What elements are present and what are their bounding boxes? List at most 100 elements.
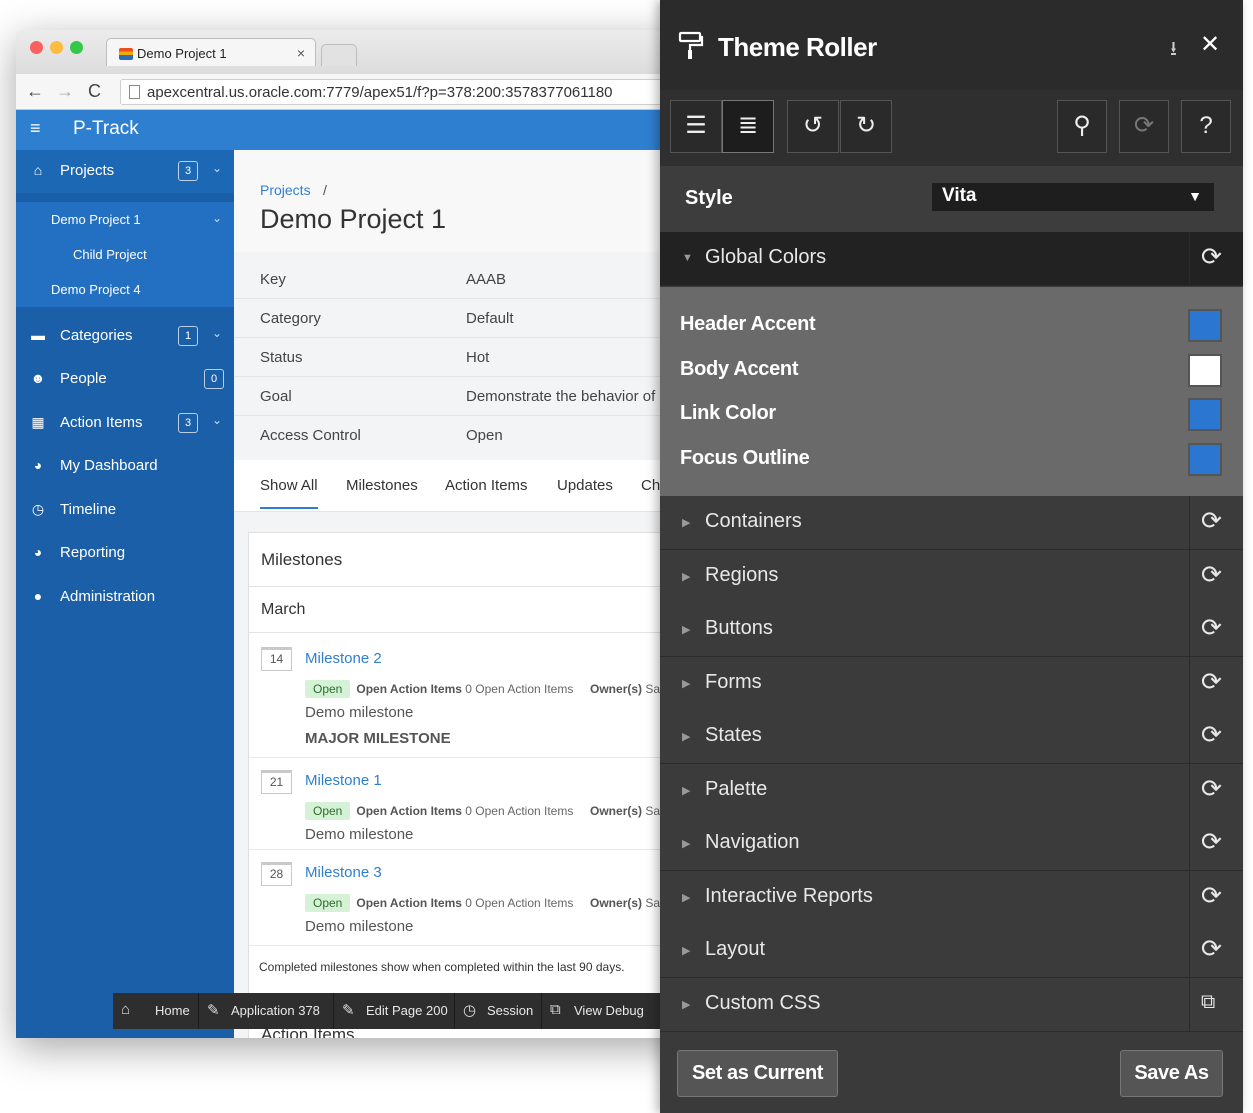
help-button[interactable]: ? (1181, 100, 1231, 153)
milestone-link[interactable]: Milestone 2 (305, 650, 382, 667)
browser-tab[interactable]: Demo Project 1 × (106, 38, 316, 66)
chevron-down-icon[interactable]: ⌄ (212, 161, 222, 175)
reset-all-button[interactable]: ⟳ (1119, 100, 1169, 153)
sidebar-item-action-items[interactable]: ▦ Action Items 3 ⌄ (16, 402, 234, 445)
color-swatch[interactable] (1188, 398, 1222, 431)
save-as-button[interactable]: Save As (1120, 1050, 1223, 1097)
sidebar-subitem-label: Child Project (73, 247, 147, 262)
meta-label: Open Action Items (356, 804, 462, 818)
refresh-icon[interactable]: ⟳ (1201, 827, 1222, 857)
meta-value: 0 Open Action Items (465, 682, 574, 696)
search-button[interactable]: ⚲ (1057, 100, 1107, 153)
refresh-icon[interactable]: ⟳ (1201, 560, 1222, 590)
chevron-down-icon[interactable]: ⌄ (212, 413, 222, 427)
status-badge: Open (305, 802, 351, 820)
color-swatch[interactable] (1188, 309, 1222, 342)
tab-ch[interactable]: Ch (641, 477, 660, 494)
undo-button[interactable]: ↺ (787, 100, 839, 153)
external-window-icon[interactable]: ⧉ (1201, 991, 1215, 1014)
milestone-link[interactable]: Milestone 3 (305, 864, 382, 881)
group-navigation[interactable]: ▶ Navigation ⟳ (660, 817, 1243, 871)
tab-updates[interactable]: Updates (557, 477, 613, 494)
group-buttons[interactable]: ▶ Buttons ⟳ (660, 603, 1243, 657)
color-row-link-color: Link Color (660, 391, 1243, 435)
menu-icon[interactable]: ≡ (30, 118, 41, 139)
refresh-icon[interactable]: ⟳ (1201, 774, 1222, 804)
tab-action-items[interactable]: Action Items (445, 477, 528, 494)
set-as-current-button[interactable]: Set as Current (677, 1050, 838, 1097)
group-custom-css[interactable]: ▶ Custom CSS ⧉ (660, 978, 1243, 1032)
refresh-icon[interactable]: ⟳ (1201, 506, 1222, 536)
app-name[interactable]: P-Track (73, 118, 139, 140)
back-arrow-icon[interactable]: ← (26, 81, 44, 102)
sidebar-item-people[interactable]: ☻ People 0 (16, 358, 234, 401)
dropdown-arrow-icon: ▼ (1188, 188, 1202, 204)
dev-application-button[interactable]: ✎ Application 378 (199, 993, 334, 1029)
theme-roller-titlebar[interactable]: Theme Roller ⭳ ✕ (660, 0, 1243, 90)
group-regions[interactable]: ▶ Regions ⟳ (660, 550, 1243, 604)
new-tab-button[interactable] (321, 44, 357, 66)
refresh-icon[interactable]: ⟳ (1201, 720, 1222, 750)
group-palette[interactable]: ▶ Palette ⟳ (660, 764, 1243, 818)
meta-value: 0 Open Action Items (465, 804, 574, 818)
close-window-button[interactable] (30, 41, 43, 54)
reload-icon[interactable]: C (88, 81, 101, 102)
close-icon[interactable]: ✕ (1200, 30, 1220, 59)
minimize-icon[interactable]: ⭳ (1170, 34, 1177, 68)
clock-icon: ◷ (31, 501, 45, 517)
group-containers[interactable]: ▶ Containers ⟳ (660, 496, 1243, 550)
refresh-icon[interactable]: ⟳ (1201, 242, 1222, 272)
tab-milestones[interactable]: Milestones (346, 477, 418, 494)
detail-value: Demonstrate the behavior of (466, 388, 656, 405)
redo-button[interactable]: ↻ (840, 100, 892, 153)
group-states[interactable]: ▶ States ⟳ (660, 710, 1243, 764)
simple-mode-button[interactable]: ☰ (670, 100, 722, 153)
sidebar-item-projects[interactable]: ⌂ Projects 3 ⌄ (16, 150, 234, 193)
detail-value: Hot (466, 349, 490, 366)
group-interactive-reports[interactable]: ▶ Interactive Reports ⟳ (660, 871, 1243, 925)
sidebar-item-categories[interactable]: ▬ Categories 1 ⌄ (16, 315, 234, 358)
divider (1189, 817, 1190, 871)
milestone-link[interactable]: Milestone 1 (305, 772, 382, 789)
group-label: Layout (705, 938, 766, 960)
dev-view-debug-button[interactable]: ⧉ View Debug (542, 993, 660, 1029)
sidebar-subitem-child-project[interactable]: Child Project (16, 237, 234, 272)
dev-home-button[interactable]: ⌂ Home (113, 993, 199, 1029)
sidebar-item-administration[interactable]: ● Administration (16, 576, 234, 619)
dev-session-button[interactable]: ◷ Session (455, 993, 542, 1029)
color-swatch[interactable] (1188, 443, 1222, 476)
clock-icon: ◷ (463, 1002, 477, 1019)
breadcrumb-projects-link[interactable]: Projects (260, 182, 311, 198)
color-swatch[interactable] (1188, 354, 1222, 387)
zoom-window-button[interactable] (70, 41, 83, 54)
minimize-window-button[interactable] (50, 41, 63, 54)
style-row: Style Vita ▼ (660, 166, 1243, 232)
refresh-icon[interactable]: ⟳ (1201, 613, 1222, 643)
dev-edit-page-button[interactable]: ✎ Edit Page 200 (334, 993, 455, 1029)
edit-icon: ✎ (207, 1002, 220, 1019)
refresh-icon[interactable]: ⟳ (1201, 667, 1222, 697)
tab-show-all[interactable]: Show All (260, 477, 318, 509)
sidebar-item-my-dashboard[interactable]: ◕ My Dashboard (16, 445, 234, 488)
collapsed-triangle-icon: ▶ (682, 999, 691, 1011)
collapsed-triangle-icon: ▶ (682, 785, 691, 797)
sidebar-subitem-label: Demo Project 1 (51, 212, 141, 227)
group-forms[interactable]: ▶ Forms ⟳ (660, 657, 1243, 711)
meta-label: Open Action Items (356, 896, 462, 910)
style-select[interactable]: Vita ▼ (932, 183, 1214, 211)
refresh-icon[interactable]: ⟳ (1201, 934, 1222, 964)
group-global-colors[interactable]: ▼ Global Colors ⟳ (660, 232, 1243, 286)
advanced-mode-button[interactable]: ≣ (722, 100, 774, 153)
forward-arrow-icon[interactable]: → (56, 81, 74, 102)
refresh-icon[interactable]: ⟳ (1201, 881, 1222, 911)
sidebar-item-timeline[interactable]: ◷ Timeline (16, 489, 234, 532)
detail-key: Access Control (260, 427, 361, 444)
group-layout[interactable]: ▶ Layout ⟳ (660, 924, 1243, 978)
sidebar-subitem-demo-project-4[interactable]: Demo Project 4 (16, 272, 234, 307)
sidebar-subitem-demo-project-1[interactable]: Demo Project 1 ⌄ (16, 202, 234, 237)
sidebar-item-reporting[interactable]: ◕ Reporting (16, 532, 234, 575)
close-tab-icon[interactable]: × (297, 45, 305, 61)
chevron-down-icon[interactable]: ⌄ (212, 326, 222, 340)
chevron-down-icon[interactable]: ⌄ (212, 211, 222, 225)
count-badge: 3 (178, 161, 198, 181)
